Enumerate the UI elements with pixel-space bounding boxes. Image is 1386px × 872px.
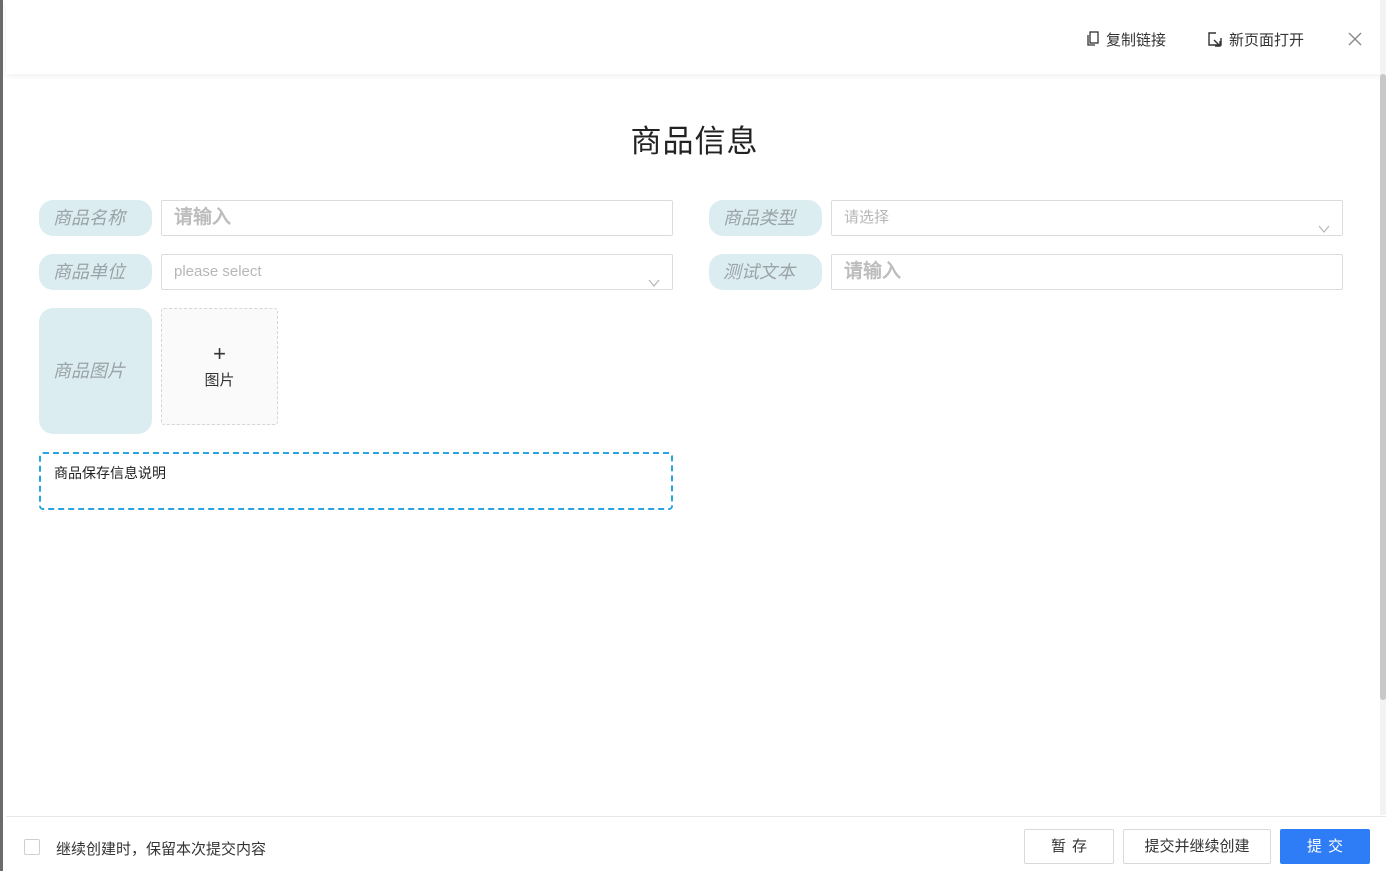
image-upload-button[interactable]: + 图片 [161,308,278,425]
open-new-page-button[interactable]: 新页面打开 [1207,29,1304,49]
dialog-header: 复制链接 新页面打开 [6,0,1386,74]
product-type-placeholder: 请选择 [844,209,890,226]
test-text-input[interactable] [831,254,1343,290]
product-type-select[interactable]: 请选择 [831,200,1343,236]
page-title: 商品信息 [630,124,759,159]
product-unit-select[interactable]: please select [161,254,673,290]
save-draft-button[interactable]: 暂存 [1024,829,1114,864]
test-text-label: 测试文本 [709,254,822,290]
dialog-frame: 复制链接 新页面打开 商品信息 商品名称 商品类型 请选择 [0,0,1386,872]
plus-icon: + [213,341,226,366]
save-info-note: 商品保存信息说明 [39,452,673,510]
product-type-label: 商品类型 [709,200,822,236]
copy-link-button[interactable]: 复制链接 [1086,29,1166,49]
open-new-page-label: 新页面打开 [1229,31,1305,49]
product-name-label: 商品名称 [39,200,152,236]
keep-content-checkbox[interactable] [24,839,40,855]
product-image-label: 商品图片 [39,308,152,434]
image-upload-label: 图片 [204,372,235,389]
product-unit-placeholder: please select [174,263,262,280]
product-name-input[interactable] [161,200,673,236]
dialog-footer: 继续创建时，保留本次提交内容 暂存 提交并继续创建 提交 [6,816,1386,872]
copy-link-label: 复制链接 [1106,31,1167,49]
close-button[interactable] [1344,28,1366,50]
chevron-down-icon [648,267,660,287]
chevron-down-icon [1318,213,1330,233]
scrollbar-thumb[interactable] [1380,74,1386,700]
keep-content-label: 继续创建时，保留本次提交内容 [56,841,267,858]
submit-button[interactable]: 提交 [1280,829,1370,864]
copy-icon [1086,31,1100,47]
submit-and-continue-button[interactable]: 提交并继续创建 [1123,829,1271,864]
product-unit-label: 商品单位 [39,254,152,290]
open-external-icon [1207,31,1223,47]
close-icon [1344,32,1366,54]
